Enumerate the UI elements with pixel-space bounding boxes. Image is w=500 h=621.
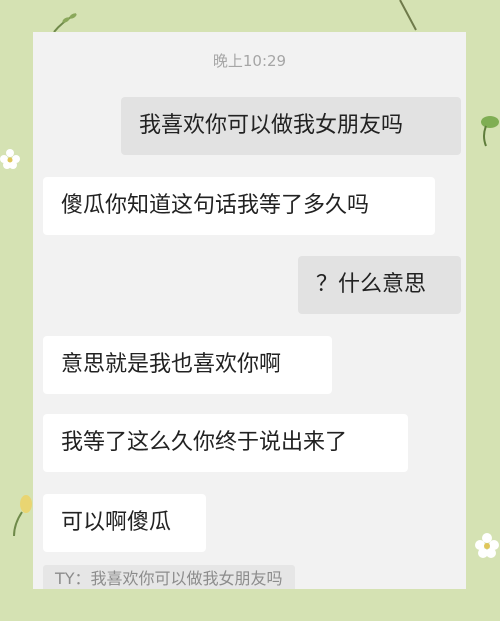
flower-icon	[0, 149, 20, 169]
sprout-icon	[53, 13, 77, 33]
stick-icon	[399, 0, 417, 31]
message-timestamp: 晚上10:29	[212, 52, 287, 70]
flower-icon	[475, 533, 499, 558]
flower-icon	[13, 495, 32, 536]
received-message-bubble[interactable]: 意思就是我也喜欢你啊	[43, 336, 332, 394]
quoted-message[interactable]: TY：我喜欢你可以做我女朋友吗	[43, 565, 295, 589]
received-message-bubble[interactable]: 傻瓜你知道这句话我等了多久吗	[43, 177, 435, 235]
received-message-bubble[interactable]: 可以啊傻瓜	[43, 494, 206, 552]
sent-message-bubble[interactable]: ？什么意思	[298, 256, 461, 314]
sent-message-bubble[interactable]: 我喜欢你可以做我女朋友吗	[121, 97, 461, 155]
leaf-icon	[481, 116, 499, 147]
received-message-bubble[interactable]: 我等了这么久你终于说出来了	[43, 414, 408, 472]
chat-screenshot: 晚上10:29 我喜欢你可以做我女朋友吗 傻瓜你知道这句话我等了多久吗 ？什么意…	[33, 32, 466, 589]
